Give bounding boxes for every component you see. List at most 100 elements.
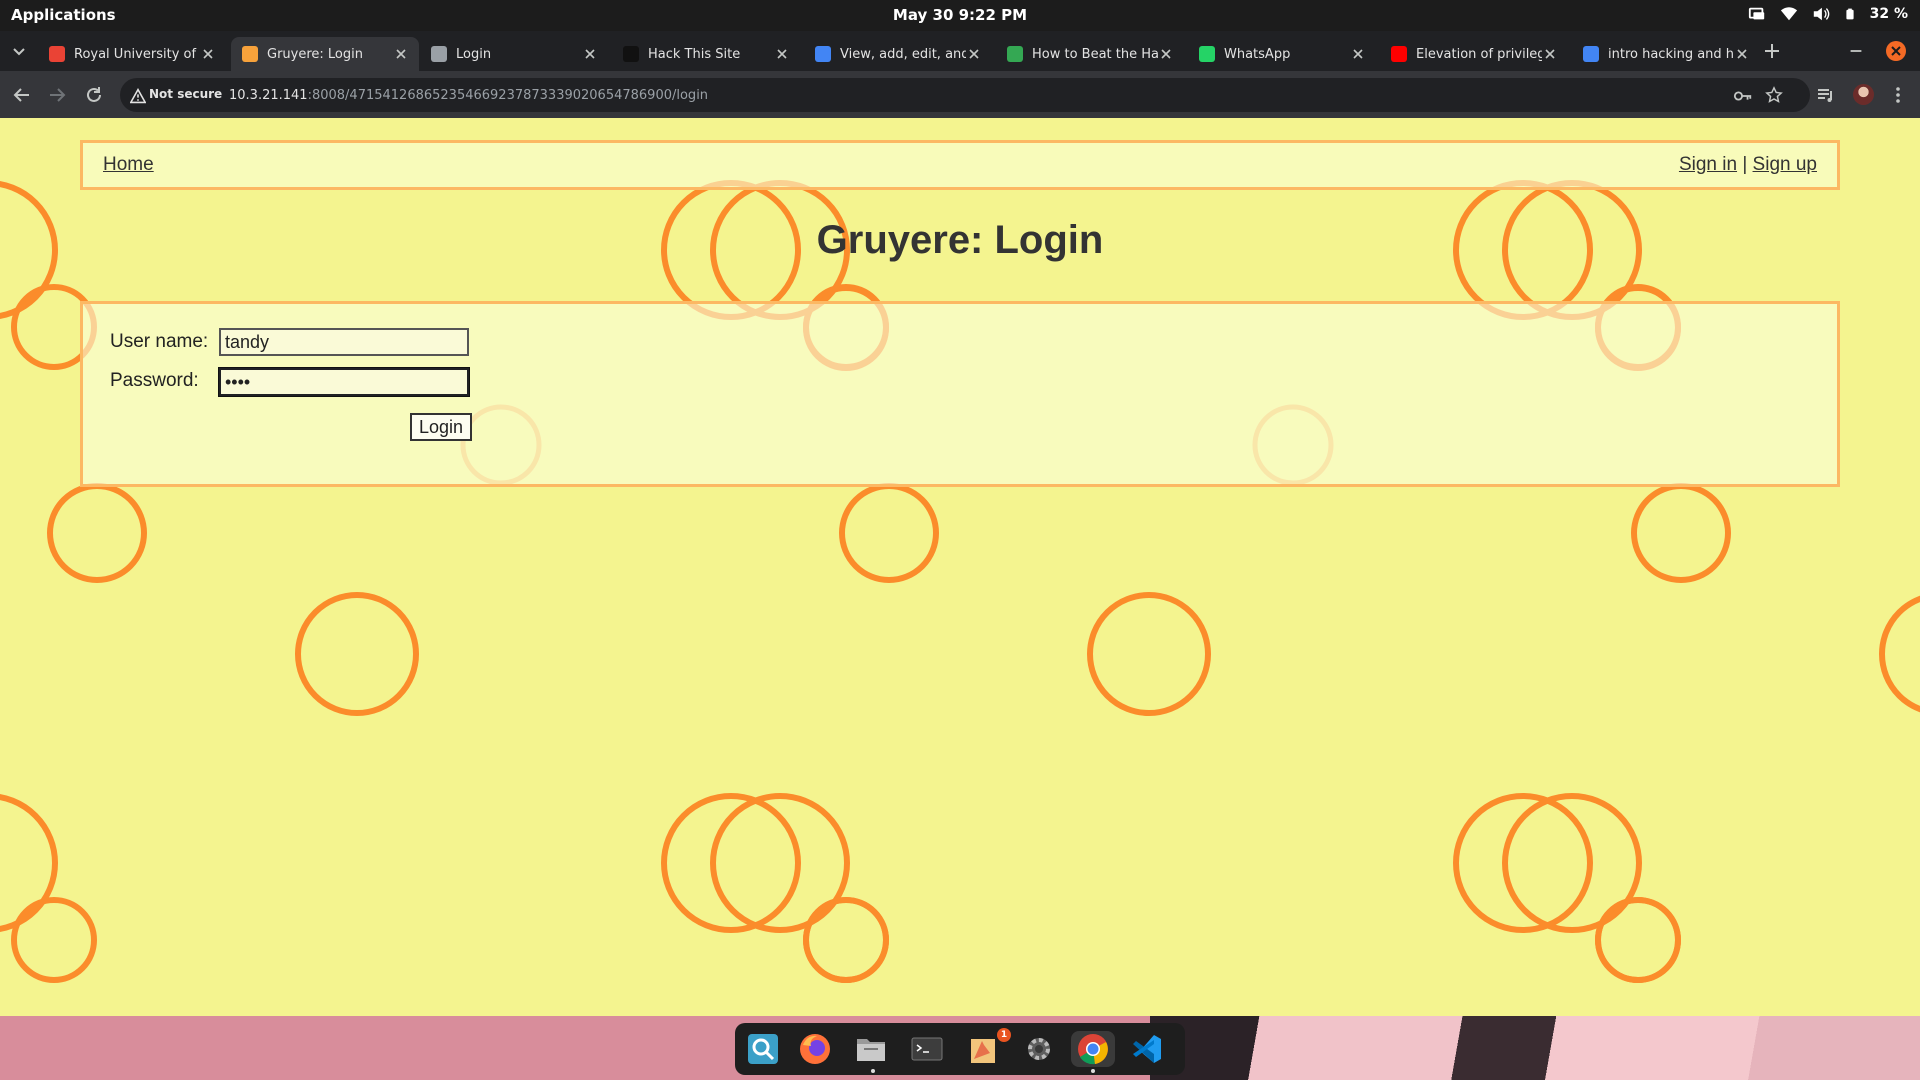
volume-icon[interactable] xyxy=(1812,5,1830,23)
settings-icon[interactable] xyxy=(1021,1031,1057,1067)
url-host: 10.3.21.141 xyxy=(229,88,308,103)
tab-title: Gruyere: Login xyxy=(267,46,363,62)
browser-tab[interactable]: View, add, edit, and xyxy=(804,37,992,71)
media-queue-icon[interactable] xyxy=(1816,85,1836,105)
cheese-hole-circle xyxy=(1087,592,1211,716)
tab-close-icon[interactable] xyxy=(1542,46,1558,62)
tab-close-icon[interactable] xyxy=(966,46,982,62)
username-label: User name: xyxy=(110,331,209,352)
address-bar[interactable]: Not secure 10.3.21.141:8008/471541268652… xyxy=(120,78,1810,112)
username-input[interactable] xyxy=(219,328,469,356)
whatsapp-icon xyxy=(1199,46,1215,62)
files-running-indicator xyxy=(871,1069,875,1073)
close-icon xyxy=(1891,46,1901,56)
url-text[interactable]: 10.3.21.141:8008/47154126865235466923787… xyxy=(229,88,708,103)
tab-title: WhatsApp xyxy=(1224,46,1291,62)
gruyere-menubar: Home Sign in | Sign up xyxy=(80,140,1840,190)
password-label: Password: xyxy=(110,370,199,391)
gmail-icon xyxy=(49,46,65,62)
system-top-bar: Applications May 30 9:22 PM 32 % xyxy=(0,0,1920,31)
url-path: :8008/4715412686523546692378733390206547… xyxy=(307,88,709,103)
nav-separator: | xyxy=(1737,154,1753,175)
browser-tab[interactable]: intro hacking and ha xyxy=(1572,37,1760,71)
tab-close-icon[interactable] xyxy=(582,46,598,62)
tab-title: View, add, edit, and xyxy=(840,46,966,62)
search-icon[interactable] xyxy=(745,1031,781,1067)
text-editor-icon[interactable] xyxy=(965,1031,1001,1067)
browser-tab[interactable]: How to Beat the Hac xyxy=(996,37,1184,71)
web-page-viewport: Home Sign in | Sign up Gruyere: Login Us… xyxy=(0,118,1920,1016)
cheese-hole-circle xyxy=(803,897,889,983)
password-input[interactable] xyxy=(219,368,469,396)
chrome-running-indicator xyxy=(1091,1069,1095,1073)
browser-tab-strip: Royal University of B Gruyere: Login Login… xyxy=(0,31,1920,71)
files-icon[interactable] xyxy=(853,1031,889,1067)
tab-close-icon[interactable] xyxy=(774,46,790,62)
new-tab-plus-icon[interactable] xyxy=(1762,41,1782,61)
tab-close-icon[interactable] xyxy=(1734,46,1750,62)
globe-icon xyxy=(431,46,447,62)
tab-title: How to Beat the Hac xyxy=(1032,46,1158,62)
meet-icon xyxy=(1007,46,1023,62)
tab-title: Login xyxy=(456,46,492,62)
wallpaper-image xyxy=(1150,1016,1920,1080)
cheese-hole-circle xyxy=(1879,595,1920,713)
browser-tab[interactable]: WhatsApp xyxy=(1188,37,1376,71)
page-title: Gruyere: Login xyxy=(816,218,1104,262)
minimize-window-icon[interactable] xyxy=(1847,42,1865,60)
tab-title: Elevation of privileg xyxy=(1416,46,1542,62)
tab-close-icon[interactable] xyxy=(200,46,216,62)
wifi-icon[interactable] xyxy=(1780,5,1798,23)
home-link[interactable]: Home xyxy=(103,154,154,176)
menu-kebab-icon[interactable] xyxy=(1888,85,1908,105)
browser-tab[interactable]: Hack This Site xyxy=(612,37,800,71)
password-key-icon[interactable] xyxy=(1733,87,1753,105)
reload-icon[interactable] xyxy=(84,85,104,105)
terminal-icon[interactable] xyxy=(909,1031,945,1067)
tab-title: Royal University of B xyxy=(74,46,200,62)
dock: 1 xyxy=(735,1023,1185,1075)
tab-close-icon[interactable] xyxy=(393,46,409,62)
auth-links: Sign in | Sign up xyxy=(1679,154,1817,176)
cheese-hole-circle xyxy=(11,897,97,983)
close-window-button[interactable] xyxy=(1886,41,1906,61)
sign-up-link[interactable]: Sign up xyxy=(1753,154,1817,175)
cheese-hole-circle xyxy=(47,483,147,583)
tab-close-icon[interactable] xyxy=(1350,46,1366,62)
notification-badge: 1 xyxy=(997,1028,1011,1042)
login-form: User name: Password: Login xyxy=(80,301,1840,487)
battery-percentage: 32 % xyxy=(1869,6,1908,22)
youtube-icon xyxy=(1391,46,1407,62)
forward-arrow-icon[interactable] xyxy=(47,85,67,105)
bookmark-star-icon[interactable] xyxy=(1765,86,1783,104)
hackthissite-icon xyxy=(623,46,639,62)
cheese-hole-circle xyxy=(839,483,939,583)
tab-search-chevron-icon[interactable] xyxy=(9,41,29,61)
profile-avatar[interactable] xyxy=(1853,84,1874,105)
browser-tab[interactable]: Royal University of B xyxy=(38,37,226,71)
not-secure-label[interactable]: Not secure xyxy=(149,87,222,101)
system-tray: 32 % xyxy=(1748,5,1908,23)
warning-triangle-icon[interactable] xyxy=(130,88,146,104)
back-arrow-icon[interactable] xyxy=(12,85,32,105)
tab-title: intro hacking and ha xyxy=(1608,46,1734,62)
screen-share-icon[interactable] xyxy=(1748,5,1766,23)
browser-tab[interactable]: Elevation of privileg xyxy=(1380,37,1568,71)
clock[interactable]: May 30 9:22 PM xyxy=(0,6,1920,24)
google-docs-icon xyxy=(1583,46,1599,62)
chrome-icon[interactable] xyxy=(1071,1031,1115,1067)
cheese-hole-circle xyxy=(295,592,419,716)
gruyere-cheese-icon xyxy=(242,46,258,62)
firefox-icon[interactable] xyxy=(797,1031,833,1067)
login-button[interactable]: Login xyxy=(410,413,472,441)
browser-toolbar: Not secure 10.3.21.141:8008/471541268652… xyxy=(0,71,1920,118)
cheese-hole-circle xyxy=(1595,897,1681,983)
tab-close-icon[interactable] xyxy=(1158,46,1174,62)
browser-tab[interactable]: Gruyere: Login xyxy=(231,37,419,71)
browser-tab[interactable]: Login xyxy=(420,37,608,71)
cheese-hole-circle xyxy=(1631,483,1731,583)
battery-icon[interactable] xyxy=(1844,5,1856,23)
sign-in-link[interactable]: Sign in xyxy=(1679,154,1737,175)
applications-menu[interactable]: Applications xyxy=(11,6,116,24)
vscode-icon[interactable] xyxy=(1129,1031,1165,1067)
